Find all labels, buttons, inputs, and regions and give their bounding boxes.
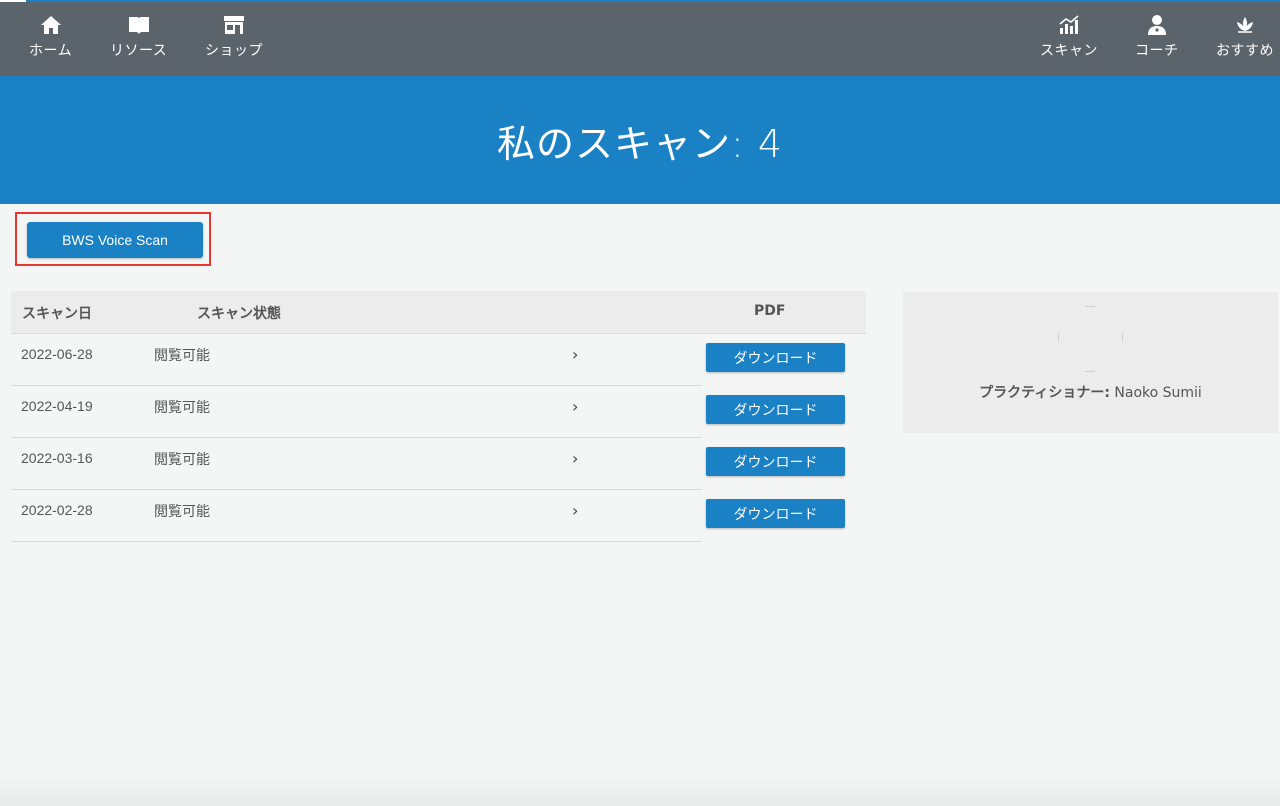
scan-status: 閲覧可能 bbox=[154, 348, 210, 364]
header-scan-status: スキャン状態 bbox=[197, 306, 281, 322]
chevron-right-icon[interactable]: › bbox=[572, 449, 578, 468]
practitioner-label: プラクティショナー: bbox=[979, 385, 1110, 401]
nav-label-coach: コーチ bbox=[1135, 43, 1179, 59]
bottom-fade bbox=[0, 776, 1280, 806]
nav-label-recommended: おすすめ bbox=[1216, 43, 1274, 59]
nav-label-resources: リソース bbox=[110, 43, 168, 59]
scan-status: 閲覧可能 bbox=[154, 452, 210, 468]
chevron-right-icon[interactable]: › bbox=[572, 501, 578, 520]
table-row[interactable]: 2022-06-28 閲覧可能 › ダウンロード bbox=[11, 334, 845, 386]
practitioner-name: Naoko Sumii bbox=[1114, 385, 1202, 401]
nav-item-resources[interactable]: リソース bbox=[110, 14, 167, 60]
chart-icon bbox=[1059, 15, 1079, 34]
table-header: スキャン日 スキャン状態 PDF bbox=[11, 291, 866, 334]
practitioner-panel: プラクティショナー: Naoko Sumii bbox=[903, 292, 1278, 433]
table-row[interactable]: 2022-02-28 閲覧可能 › ダウンロード bbox=[11, 490, 845, 542]
avatar bbox=[1058, 306, 1123, 372]
scan-status: 閲覧可能 bbox=[154, 400, 210, 416]
nav-label-scan: スキャン bbox=[1040, 43, 1098, 59]
practitioner-info: プラクティショナー: Naoko Sumii bbox=[903, 382, 1278, 402]
scan-date: 2022-02-28 bbox=[21, 502, 93, 518]
nav-item-shop[interactable]: ショップ bbox=[205, 14, 263, 60]
bws-voice-scan-button[interactable]: BWS Voice Scan bbox=[27, 222, 203, 258]
nav-item-scan[interactable]: スキャン bbox=[1040, 14, 1098, 60]
page-title: 私のスキャン: 4 bbox=[496, 121, 784, 166]
nav-label-home: ホーム bbox=[29, 43, 73, 59]
store-icon bbox=[224, 16, 244, 34]
download-button[interactable]: ダウンロード bbox=[706, 447, 845, 476]
nav-item-coach[interactable]: コーチ bbox=[1135, 14, 1179, 60]
nav-item-home[interactable]: ホーム bbox=[29, 14, 72, 60]
scan-date: 2022-04-19 bbox=[21, 398, 93, 414]
download-button[interactable]: ダウンロード bbox=[706, 395, 845, 424]
header-scan-date: スキャン日 bbox=[22, 306, 92, 322]
header-pdf: PDF bbox=[754, 303, 786, 319]
scan-status: 閲覧可能 bbox=[154, 504, 210, 520]
download-button[interactable]: ダウンロード bbox=[706, 343, 845, 372]
scan-date: 2022-06-28 bbox=[21, 346, 93, 362]
voice-scan-highlight: BWS Voice Scan bbox=[15, 212, 211, 266]
scans-table: スキャン日 スキャン状態 PDF 2022-06-28 閲覧可能 › ダウンロー… bbox=[11, 291, 866, 542]
home-icon bbox=[40, 16, 61, 34]
download-button[interactable]: ダウンロード bbox=[706, 499, 845, 528]
chevron-right-icon[interactable]: › bbox=[572, 345, 578, 364]
table-row[interactable]: 2022-03-16 閲覧可能 › ダウンロード bbox=[11, 438, 845, 490]
nav-label-shop: ショップ bbox=[205, 43, 263, 59]
nav-item-recommended[interactable]: おすすめ bbox=[1216, 14, 1274, 60]
book-icon bbox=[128, 17, 149, 34]
table-row[interactable]: 2022-04-19 閲覧可能 › ダウンロード bbox=[11, 386, 845, 438]
top-nav: ホーム リソース ショップ スキャン コーチ おすすめ bbox=[0, 0, 1280, 76]
nav-accent-strip bbox=[0, 0, 26, 2]
chevron-right-icon[interactable]: › bbox=[572, 397, 578, 416]
scan-date: 2022-03-16 bbox=[21, 450, 93, 466]
page-banner: 私のスキャン: 4 bbox=[0, 76, 1280, 204]
coach-icon bbox=[1147, 15, 1166, 35]
lotus-icon bbox=[1237, 17, 1253, 33]
